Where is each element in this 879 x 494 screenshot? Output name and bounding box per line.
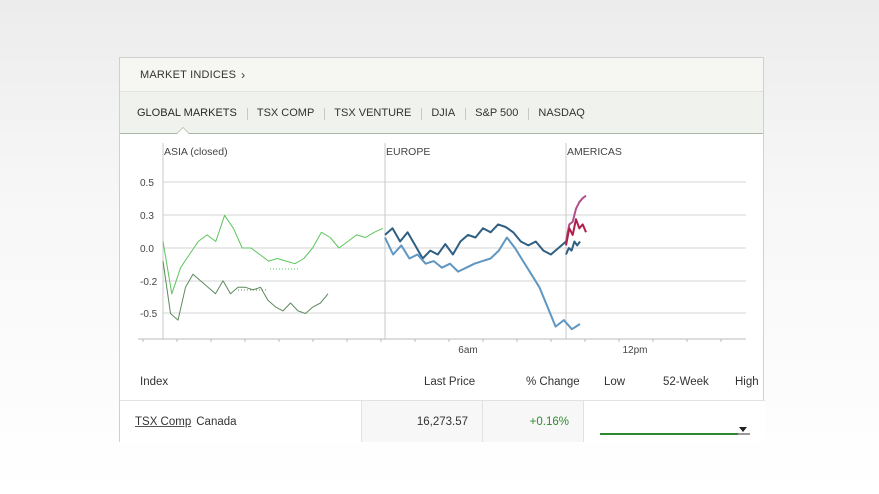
52-week-range-bar — [600, 427, 750, 435]
region-label: EUROPE — [386, 146, 430, 158]
header-index: Index — [140, 376, 169, 388]
y-tick-label: 0.5 — [140, 178, 154, 189]
52-week-range-fill — [600, 433, 738, 435]
index-country: Canada — [196, 415, 237, 428]
region-label: ASIA (closed) — [164, 146, 228, 158]
current-price-marker — [739, 427, 747, 432]
global-markets-chart: 0.5 0.3 0.0 -0.2 -0.5 ASIA (closed) EUROPE AMER… — [120, 133, 765, 363]
header-52-week: 52-Week — [663, 376, 709, 388]
y-tick-label: 0.3 — [140, 211, 154, 222]
last-price-cell: 16,273.57 — [361, 401, 482, 442]
series-line-europe_dark — [384, 223, 567, 260]
tab-tsx-comp[interactable]: TSX COMP — [246, 107, 324, 120]
x-tick-label: 12pm — [622, 345, 647, 356]
y-tick-label: -0.2 — [140, 277, 158, 288]
index-link-tsx-comp[interactable]: TSX Comp — [135, 416, 191, 428]
series-line-asia_dark — [162, 261, 329, 321]
y-tick-label: -0.5 — [140, 309, 158, 320]
table-header: Index Last Price % Change Low 52-Week Hi… — [120, 376, 765, 396]
index-name-cell: TSX Comp Canada — [135, 401, 237, 442]
header-change: % Change — [526, 376, 580, 388]
y-tick-label: 0.0 — [140, 244, 154, 255]
series-line-asia_light — [162, 214, 384, 295]
header-low: Low — [604, 376, 626, 388]
tab-djia[interactable]: DJIA — [421, 107, 465, 120]
header-high: High — [735, 376, 759, 388]
market-tabs: GLOBAL MARKETS TSX COMP TSX VENTURE DJIA… — [120, 92, 763, 134]
series-line-americas_red — [565, 218, 587, 246]
chevron-right-icon[interactable]: › — [241, 68, 245, 82]
widget-header[interactable]: MARKET INDICES › — [120, 58, 763, 92]
chart-svg: 0.5 0.3 0.0 -0.2 -0.5 ASIA (closed) EUROPE AMER… — [138, 143, 746, 356]
tab-nasdaq[interactable]: NASDAQ — [528, 107, 594, 120]
region-label: AMERICAS — [567, 146, 622, 158]
x-tick-label: 6am — [458, 345, 477, 356]
change-cell: +0.16% — [482, 401, 583, 442]
widget-title[interactable]: MARKET INDICES — [140, 69, 236, 81]
range-cell — [583, 401, 765, 442]
series-line-europe_light — [384, 236, 581, 331]
table-row: TSX Comp Canada 16,273.57 +0.16% — [120, 400, 765, 443]
tab-tsx-venture[interactable]: TSX VENTURE — [324, 107, 421, 120]
tab-global-markets[interactable]: GLOBAL MARKETS — [137, 107, 247, 119]
tab-sp500[interactable]: S&P 500 — [465, 107, 528, 120]
market-indices-widget: MARKET INDICES › GLOBAL MARKETS TSX COMP… — [119, 57, 765, 443]
header-last-price: Last Price — [424, 376, 476, 388]
